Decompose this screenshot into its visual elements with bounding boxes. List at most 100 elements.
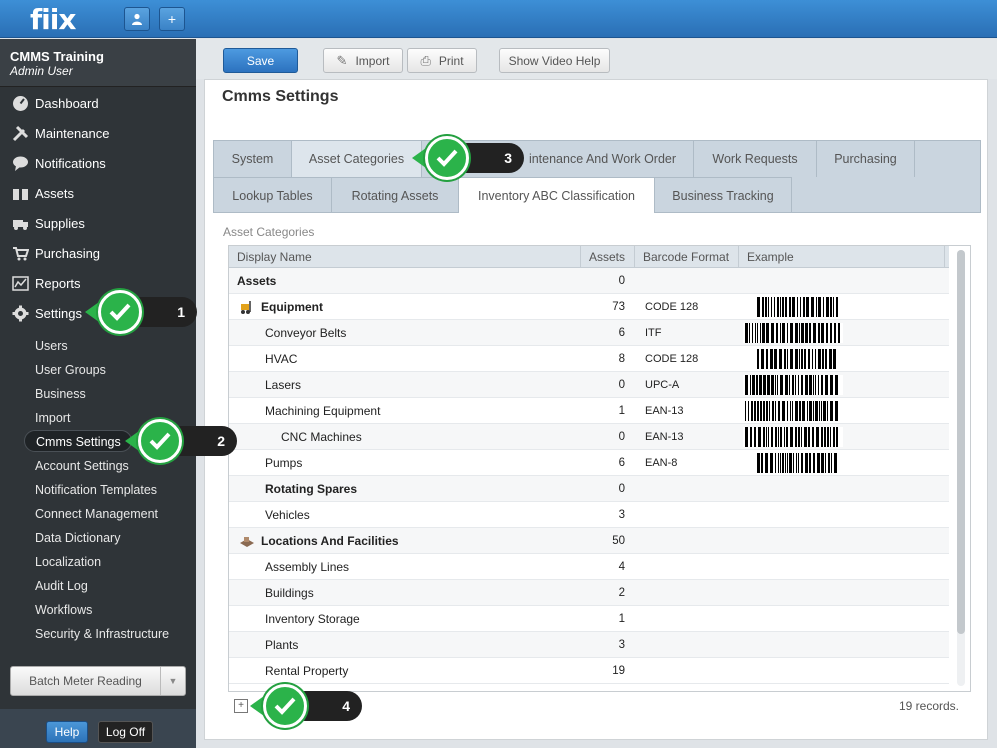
- cell-assets: 0: [618, 275, 625, 287]
- sidebar-sub-audit-log[interactable]: Audit Log: [35, 575, 88, 597]
- sidebar-sub-notification-templates[interactable]: Notification Templates: [35, 479, 157, 501]
- user-button[interactable]: [124, 7, 150, 31]
- barcode-image: [743, 401, 843, 421]
- check-icon: [98, 290, 142, 334]
- sidebar-item-dashboard[interactable]: Dashboard: [0, 88, 196, 118]
- show-video-help-button[interactable]: Show Video Help: [499, 48, 610, 73]
- check-icon: [138, 419, 182, 463]
- table-row[interactable]: Equipment 73 CODE 128: [229, 294, 949, 320]
- callout-number: 2: [217, 433, 225, 449]
- cell-display-name: Rotating Spares: [265, 482, 358, 496]
- sidebar-sub-account-settings[interactable]: Account Settings: [35, 455, 129, 477]
- table-row[interactable]: Machining Equipment 1 EAN-13: [229, 398, 949, 424]
- fiix-logo[interactable]: fiix: [30, 3, 76, 36]
- sidebar-sub-security[interactable]: Security & Infrastructure: [35, 623, 169, 645]
- sidebar-item-label: Maintenance: [35, 125, 110, 141]
- import-label: Import: [355, 53, 390, 68]
- tab-purchasing[interactable]: Purchasing: [817, 141, 915, 177]
- column-example[interactable]: Example: [739, 246, 945, 268]
- sidebar-item-label: Settings: [35, 305, 82, 321]
- tab-system[interactable]: System: [214, 141, 292, 177]
- log-off-button[interactable]: Log Off: [98, 721, 153, 743]
- table-row[interactable]: Buildings 2: [229, 580, 949, 606]
- cell-assets: 1: [618, 405, 625, 417]
- column-assets[interactable]: Assets: [581, 246, 635, 268]
- chevron-down-icon[interactable]: ▼: [161, 676, 185, 686]
- tab-asset-categories[interactable]: Asset Categories: [292, 141, 422, 177]
- cell-barcode-format: CODE 128: [645, 353, 699, 365]
- table-row[interactable]: Assembly Lines 4: [229, 554, 949, 580]
- tab-inventory-abc-classification[interactable]: Inventory ABC Classification: [459, 177, 655, 213]
- import-button[interactable]: ✎ Import: [323, 48, 403, 73]
- grid-scrollbar[interactable]: [957, 250, 965, 686]
- cell-display-name: Plants: [265, 638, 299, 652]
- cell-display-name: Rental Property: [265, 664, 349, 678]
- grid-header: Display Name Assets Barcode Format Examp…: [229, 246, 949, 268]
- callout-number: 1: [177, 304, 185, 320]
- tab-rotating-assets[interactable]: Rotating Assets: [332, 177, 459, 213]
- cell-assets: 1: [618, 613, 625, 625]
- building-icon: [239, 533, 255, 549]
- chart-icon: [10, 274, 30, 292]
- sidebar-item-label: Reports: [35, 275, 81, 291]
- column-display-name[interactable]: Display Name: [229, 246, 581, 268]
- cell-barcode-format: EAN-8: [645, 457, 678, 469]
- sidebar-sub-import[interactable]: Import: [35, 407, 70, 429]
- table-row[interactable]: Rotating Spares 0: [229, 476, 949, 502]
- toolbar: Save ✎ Import ⎙ Print Show Video Help: [196, 39, 997, 79]
- cell-assets: 19: [612, 665, 625, 677]
- sidebar-item-maintenance[interactable]: Maintenance: [0, 118, 196, 148]
- barcode-image: [743, 453, 843, 473]
- table-row[interactable]: Conveyor Belts 6 ITF: [229, 320, 949, 346]
- cell-assets: 2: [618, 587, 625, 599]
- cell-display-name: Assets: [237, 274, 277, 288]
- sidebar-item-supplies[interactable]: Supplies: [0, 208, 196, 238]
- tab-lookup-tables[interactable]: Lookup Tables: [214, 177, 332, 213]
- sidebar-sub-localization[interactable]: Localization: [35, 551, 101, 573]
- forklift-icon: [239, 299, 255, 315]
- table-row[interactable]: Assets 0: [229, 268, 949, 294]
- table-row[interactable]: Pumps 6 EAN-8: [229, 450, 949, 476]
- print-icon: ⎙: [420, 52, 431, 68]
- sidebar-sub-business[interactable]: Business: [35, 383, 86, 405]
- tab-business-tracking[interactable]: Business Tracking: [655, 177, 792, 213]
- sidebar-sub-cmms-settings[interactable]: Cmms Settings: [24, 430, 132, 452]
- batch-meter-reading-button[interactable]: Batch Meter Reading ▼: [10, 666, 186, 696]
- table-row[interactable]: Vehicles 3: [229, 502, 949, 528]
- scrollbar-thumb[interactable]: [957, 250, 965, 634]
- table-row[interactable]: HVAC 8 CODE 128: [229, 346, 949, 372]
- cart-icon: [10, 244, 30, 262]
- sidebar-item-label: Supplies: [35, 215, 85, 231]
- cell-assets: 0: [618, 379, 625, 391]
- sidebar-item-notifications[interactable]: Notifications: [0, 148, 196, 178]
- tab-work-requests[interactable]: Work Requests: [694, 141, 817, 177]
- table-row[interactable]: Lasers 0 UPC-A: [229, 372, 949, 398]
- cell-barcode-format: CODE 128: [645, 301, 699, 313]
- table-row[interactable]: CNC Machines 0 EAN-13: [229, 424, 949, 450]
- sidebar-sub-workflows[interactable]: Workflows: [35, 599, 92, 621]
- sidebar-sub-users[interactable]: Users: [35, 335, 68, 357]
- table-row[interactable]: Inventory Storage 1: [229, 606, 949, 632]
- print-button[interactable]: ⎙ Print: [407, 48, 477, 73]
- help-button[interactable]: Help: [46, 721, 88, 743]
- cell-assets: 4: [618, 561, 625, 573]
- record-count: 19 records.: [898, 699, 959, 713]
- sidebar-item-purchasing[interactable]: Purchasing: [0, 238, 196, 268]
- add-row-icon[interactable]: +: [234, 699, 248, 713]
- sidebar-sub-user-groups[interactable]: User Groups: [35, 359, 106, 381]
- sidebar-item-label: Dashboard: [35, 95, 99, 111]
- table-row[interactable]: Plants 3: [229, 632, 949, 658]
- sidebar-sub-connect-management[interactable]: Connect Management: [35, 503, 158, 525]
- sidebar-item-assets[interactable]: Assets: [0, 178, 196, 208]
- section-label: Asset Categories: [223, 225, 315, 239]
- cell-barcode-format: EAN-13: [645, 405, 684, 417]
- add-button[interactable]: +: [159, 7, 185, 31]
- save-button[interactable]: Save: [223, 48, 298, 73]
- table-row[interactable]: Locations And Facilities 50: [229, 528, 949, 554]
- sidebar-sub-data-dictionary[interactable]: Data Dictionary: [35, 527, 120, 549]
- cell-assets: 8: [618, 353, 625, 365]
- truck-icon: [10, 214, 30, 232]
- table-row[interactable]: Rental Property 19: [229, 658, 949, 684]
- cell-display-name: Pumps: [265, 456, 303, 470]
- column-barcode-format[interactable]: Barcode Format: [635, 246, 739, 268]
